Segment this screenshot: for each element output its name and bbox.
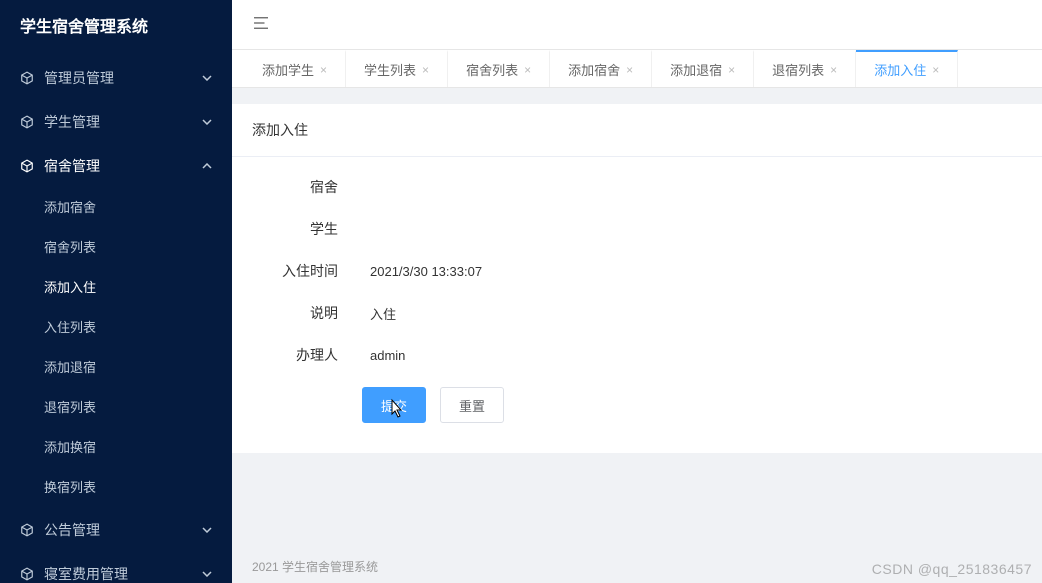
checkin-time-label: 入住时间 [232, 261, 350, 281]
tab-label: 添加宿舍 [568, 60, 620, 79]
remark-label: 说明 [232, 303, 350, 323]
tab-checkout-list[interactable]: 退宿列表 × [754, 50, 856, 87]
sub-dorm-list[interactable]: 宿舍列表 [0, 228, 232, 268]
chevron-down-icon [202, 569, 212, 579]
sub-checkout-list[interactable]: 退宿列表 [0, 388, 232, 428]
close-icon[interactable]: × [932, 63, 939, 77]
menu-dorm-sub: 添加宿舍 宿舍列表 添加入住 入住列表 添加退宿 退宿列表 添加换宿 换宿列表 [0, 188, 232, 508]
menu-label: 管理员管理 [44, 56, 202, 100]
tab-label: 添加退宿 [670, 60, 722, 79]
sub-add-checkout[interactable]: 添加退宿 [0, 348, 232, 388]
sub-add-dorm[interactable]: 添加宿舍 [0, 188, 232, 228]
close-icon[interactable]: × [320, 63, 327, 77]
operator-label: 办理人 [232, 345, 350, 365]
checkin-form: 宿舍 学生 入住时间 2021/3/30 13:33:07 说明 入住 办理人 [232, 157, 1042, 453]
tab-dorm-list[interactable]: 宿舍列表 × [448, 50, 550, 87]
tab-label: 学生列表 [364, 60, 416, 79]
operator-value[interactable]: admin [350, 348, 1042, 363]
tab-add-checkin[interactable]: 添加入住 × [856, 50, 958, 87]
student-label: 学生 [232, 219, 350, 239]
cube-icon [20, 71, 34, 85]
submit-button[interactable]: 提交 [362, 387, 426, 423]
menu-label: 寝室费用管理 [44, 552, 202, 583]
form-card: 添加入住 宿舍 学生 入住时间 2021/3/30 13:33:07 说明 入住 [232, 104, 1042, 453]
tab-bar: 添加学生 × 学生列表 × 宿舍列表 × 添加宿舍 × 添加退宿 × 退宿列表 × 添加入住… [232, 50, 1042, 88]
menu-fee[interactable]: 寝室费用管理 [0, 552, 232, 583]
menu-student[interactable]: 学生管理 [0, 100, 232, 144]
tab-label: 退宿列表 [772, 60, 824, 79]
content: 添加入住 宿舍 学生 入住时间 2021/3/30 13:33:07 说明 入住 [232, 88, 1042, 453]
sub-checkin-list[interactable]: 入住列表 [0, 308, 232, 348]
sub-add-change[interactable]: 添加换宿 [0, 428, 232, 468]
cube-icon [20, 115, 34, 129]
remark-value[interactable]: 入住 [350, 304, 1042, 323]
menu-dorm[interactable]: 宿舍管理 [0, 144, 232, 188]
tab-label: 添加学生 [262, 60, 314, 79]
tab-add-dorm[interactable]: 添加宿舍 × [550, 50, 652, 87]
tab-student-list[interactable]: 学生列表 × [346, 50, 448, 87]
sub-change-list[interactable]: 换宿列表 [0, 468, 232, 508]
collapse-sidebar-icon[interactable] [252, 16, 270, 33]
menu-admin[interactable]: 管理员管理 [0, 56, 232, 100]
watermark: CSDN @qq_251836457 [872, 561, 1032, 577]
app-title: 学生宿舍管理系统 [0, 0, 232, 56]
sub-add-checkin[interactable]: 添加入住 [0, 268, 232, 308]
menu-notice[interactable]: 公告管理 [0, 508, 232, 552]
cube-icon [20, 159, 34, 173]
close-icon[interactable]: × [728, 63, 735, 77]
cube-icon [20, 567, 34, 581]
tab-label: 添加入住 [874, 60, 926, 79]
card-title: 添加入住 [232, 104, 1042, 157]
dorm-label: 宿舍 [232, 177, 350, 197]
tab-add-student[interactable]: 添加学生 × [244, 50, 346, 87]
close-icon[interactable]: × [830, 63, 837, 77]
tab-label: 宿舍列表 [466, 60, 518, 79]
reset-button[interactable]: 重置 [440, 387, 504, 423]
cube-icon [20, 523, 34, 537]
chevron-down-icon [202, 117, 212, 127]
close-icon[interactable]: × [422, 63, 429, 77]
sidebar: 学生宿舍管理系统 管理员管理 学生管理 宿舍管理 添加宿舍 宿舍列表 添加入住 … [0, 0, 232, 583]
close-icon[interactable]: × [626, 63, 633, 77]
header [232, 0, 1042, 50]
chevron-down-icon [202, 525, 212, 535]
menu-label: 学生管理 [44, 100, 202, 144]
close-icon[interactable]: × [524, 63, 531, 77]
checkin-time-value[interactable]: 2021/3/30 13:33:07 [350, 264, 1042, 279]
menu-label: 宿舍管理 [44, 144, 202, 188]
main: 添加学生 × 学生列表 × 宿舍列表 × 添加宿舍 × 添加退宿 × 退宿列表 × 添加入住… [232, 0, 1042, 583]
chevron-up-icon [202, 161, 212, 171]
tab-add-checkout[interactable]: 添加退宿 × [652, 50, 754, 87]
menu-label: 公告管理 [44, 508, 202, 552]
chevron-down-icon [202, 73, 212, 83]
